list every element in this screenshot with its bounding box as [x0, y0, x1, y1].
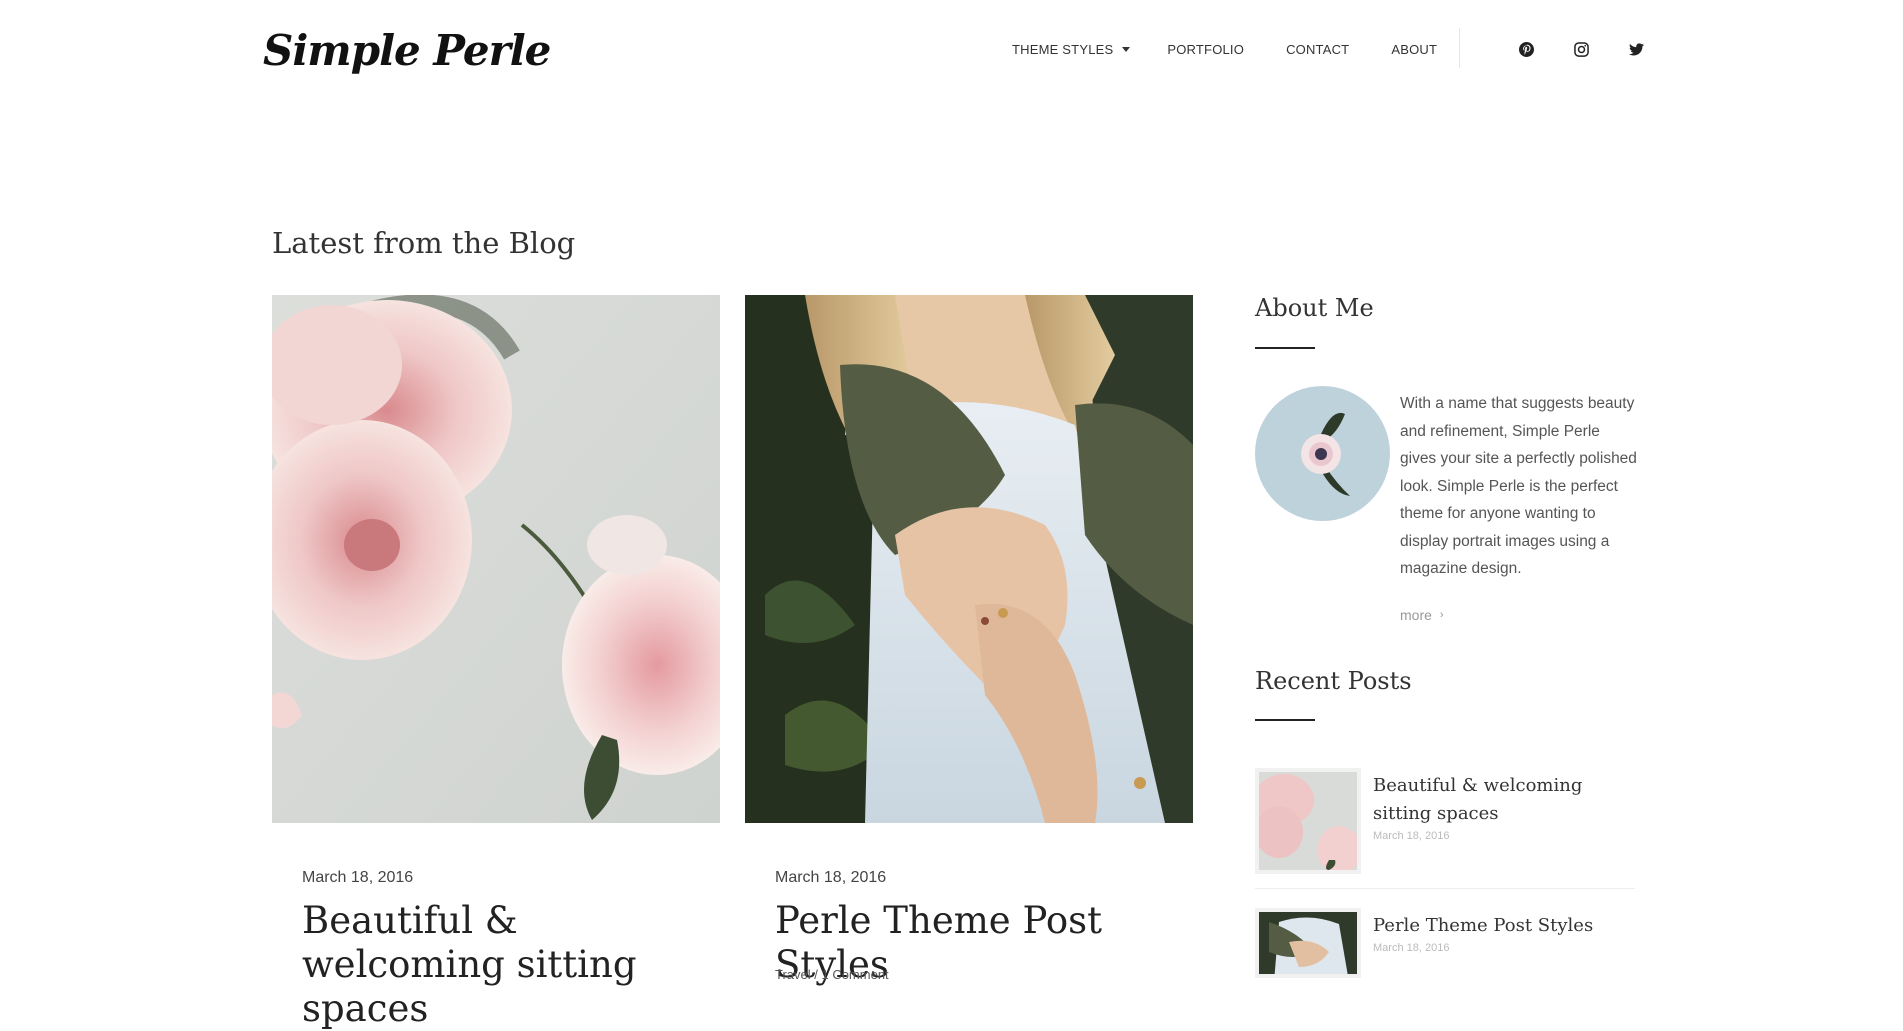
- divider: [1255, 888, 1635, 889]
- widget-title-recent: Recent Posts: [1255, 667, 1412, 695]
- nav-item-label: PORTFOLIO: [1167, 42, 1245, 57]
- twitter-icon[interactable]: [1626, 39, 1646, 59]
- pinterest-icon[interactable]: [1516, 39, 1536, 59]
- recent-post-item[interactable]: Perle Theme Post Styles March 18, 2016: [1255, 908, 1635, 978]
- about-text: With a name that suggests beauty and ref…: [1400, 395, 1637, 577]
- more-link-label: more: [1400, 607, 1432, 623]
- post-image[interactable]: [745, 295, 1193, 823]
- post-card[interactable]: March 18, 2016 Perle Theme Post Styles T…: [745, 295, 1193, 986]
- post-title[interactable]: Beautiful & welcoming sitting spaces: [302, 899, 712, 1031]
- main-nav: THEME STYLES PORTFOLIO CONTACT ABOUT: [1012, 42, 1437, 57]
- recent-post-date: March 18, 2016: [1373, 942, 1450, 954]
- nav-item-contact[interactable]: CONTACT: [1286, 42, 1349, 57]
- recent-post-date: March 18, 2016: [1373, 830, 1450, 842]
- recent-post-title[interactable]: Perle Theme Post Styles: [1373, 912, 1633, 940]
- section-title: Latest from the Blog: [272, 226, 576, 260]
- recent-post-thumbnail[interactable]: [1255, 768, 1361, 874]
- widget-title-rule: [1255, 719, 1315, 721]
- nav-item-theme-styles[interactable]: THEME STYLES: [1012, 42, 1131, 57]
- nav-item-label: THEME STYLES: [1012, 42, 1114, 57]
- widget-title-about: About Me: [1255, 294, 1374, 322]
- nav-item-label: ABOUT: [1391, 42, 1438, 57]
- nav-item-label: CONTACT: [1286, 42, 1350, 57]
- widget-title-rule: [1255, 347, 1315, 349]
- post-card[interactable]: March 18, 2016 Beautiful & welcoming sit…: [272, 295, 720, 1030]
- recent-post-item[interactable]: Beautiful & welcoming sitting spaces Mar…: [1255, 768, 1635, 878]
- site-header: Simple Perle THEME STYLES PORTFOLIO CONT…: [0, 0, 1903, 110]
- post-meta: Travel / 1 Comment: [775, 967, 889, 982]
- nav-item-about[interactable]: ABOUT: [1391, 42, 1437, 57]
- avatar: [1255, 386, 1390, 521]
- instagram-icon[interactable]: [1571, 39, 1591, 59]
- post-date: March 18, 2016: [302, 869, 414, 886]
- nav-item-portfolio[interactable]: PORTFOLIO: [1167, 42, 1244, 57]
- post-date: March 18, 2016: [775, 869, 887, 886]
- more-link[interactable]: more ›: [1400, 607, 1444, 623]
- recent-post-title[interactable]: Beautiful & welcoming sitting spaces: [1373, 772, 1633, 828]
- recent-post-thumbnail[interactable]: [1255, 908, 1361, 978]
- site-logo[interactable]: Simple Perle: [263, 26, 551, 75]
- caret-down-icon: [1122, 47, 1131, 52]
- chevron-right-icon: ›: [1439, 609, 1444, 621]
- post-image[interactable]: [272, 295, 720, 823]
- nav-divider: [1459, 28, 1460, 68]
